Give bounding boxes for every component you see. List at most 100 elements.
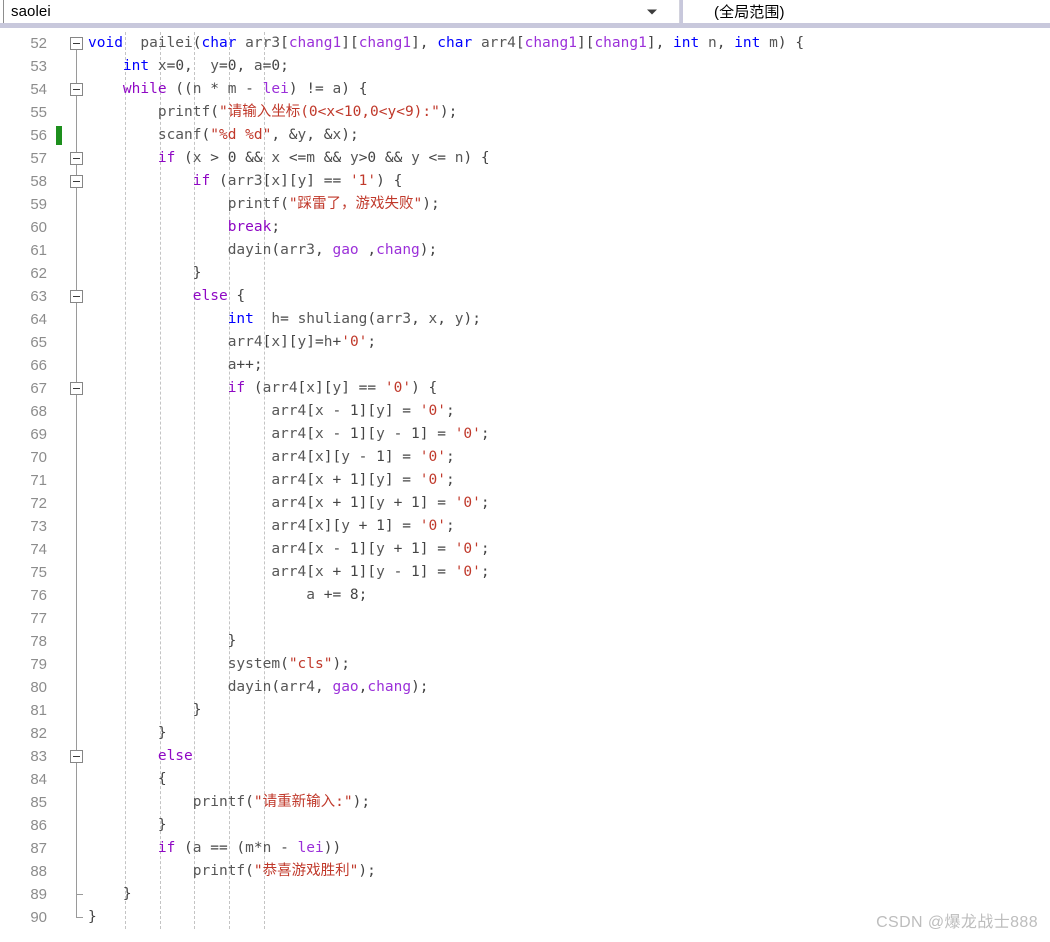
code-line[interactable]: arr4[x + 1][y + 1] = '0'; xyxy=(88,492,1050,515)
code-line[interactable]: a++; xyxy=(88,354,1050,377)
code-line[interactable]: void pailei(char arr3[chang1][chang1], c… xyxy=(88,32,1050,55)
code-line[interactable]: if (a == (m*n - lei)) xyxy=(88,837,1050,860)
fold-guide-line xyxy=(76,89,77,894)
fold-toggle[interactable] xyxy=(70,750,83,763)
line-number: 72 xyxy=(30,495,47,512)
line-number: 63 xyxy=(30,288,47,305)
line-number: 55 xyxy=(30,104,47,121)
fold-toggle[interactable] xyxy=(70,83,83,96)
fold-toggle[interactable] xyxy=(70,152,83,165)
line-number: 79 xyxy=(30,656,47,673)
code-line[interactable]: arr4[x + 1][y - 1] = '0'; xyxy=(88,561,1050,584)
line-number: 88 xyxy=(30,863,47,880)
code-editor[interactable]: 52 53 54 55 56 57 58 59 60 61 62 63 64 65 66 67 68 69 70 71… xyxy=(0,28,1050,942)
line-number: 56 xyxy=(30,127,47,144)
code-line[interactable]: break; xyxy=(88,216,1050,239)
member-combobox-value: (全局范围) xyxy=(714,4,785,21)
watermark: CSDN @爆龙战士888 xyxy=(876,914,1038,931)
code-line[interactable]: if (x > 0 && x <=m && y>0 && y <= n) { xyxy=(88,147,1050,170)
code-line[interactable]: printf("请输入坐标(0<x<10,0<y<9):"); xyxy=(88,101,1050,124)
fold-end-cap xyxy=(76,894,83,895)
code-line[interactable]: dayin(arr3, gao ,chang); xyxy=(88,239,1050,262)
fold-toggle[interactable] xyxy=(70,382,83,395)
code-line[interactable]: a += 8; xyxy=(88,584,1050,607)
code-line[interactable]: } xyxy=(88,699,1050,722)
line-number: 87 xyxy=(30,840,47,857)
line-number: 76 xyxy=(30,587,47,604)
code-line[interactable]: else xyxy=(88,745,1050,768)
code-line[interactable]: int x=0, y=0, a=0; xyxy=(88,55,1050,78)
fold-toggle[interactable] xyxy=(70,37,83,50)
line-number: 81 xyxy=(30,702,47,719)
code-line[interactable]: } xyxy=(88,814,1050,837)
code-line[interactable] xyxy=(88,607,1050,630)
code-line[interactable]: if (arr4[x][y] == '0') { xyxy=(88,377,1050,400)
code-line[interactable]: } xyxy=(88,722,1050,745)
toolbar-divider xyxy=(680,0,683,23)
line-number: 64 xyxy=(30,311,47,328)
fold-toggle[interactable] xyxy=(70,290,83,303)
member-combobox[interactable]: (全局范围) xyxy=(680,0,1050,23)
code-text-area[interactable]: void pailei(char arr3[chang1][chang1], c… xyxy=(88,28,1050,942)
line-number: 83 xyxy=(30,748,47,765)
code-line[interactable]: arr4[x - 1][y + 1] = '0'; xyxy=(88,538,1050,561)
line-number: 89 xyxy=(30,886,47,903)
code-line[interactable]: dayin(arr4, gao,chang); xyxy=(88,676,1050,699)
code-line[interactable]: } xyxy=(88,630,1050,653)
code-line[interactable]: { xyxy=(88,768,1050,791)
line-number: 80 xyxy=(30,679,47,696)
change-marker xyxy=(56,126,62,145)
code-line[interactable]: arr4[x][y + 1] = '0'; xyxy=(88,515,1050,538)
line-number: 57 xyxy=(30,150,47,167)
editor-toolbar: saolei (全局范围) xyxy=(0,0,1050,23)
line-number: 61 xyxy=(30,242,47,259)
code-line[interactable]: arr4[x][y]=h+'0'; xyxy=(88,331,1050,354)
line-number: 78 xyxy=(30,633,47,650)
line-number: 62 xyxy=(30,265,47,282)
code-line[interactable]: while ((n * m - lei) != a) { xyxy=(88,78,1050,101)
code-line[interactable]: printf("踩雷了，游戏失败"); xyxy=(88,193,1050,216)
line-number: 71 xyxy=(30,472,47,489)
line-number: 90 xyxy=(30,909,47,926)
line-number: 52 xyxy=(30,35,47,52)
code-line[interactable]: arr4[x - 1][y - 1] = '0'; xyxy=(88,423,1050,446)
code-line[interactable]: arr4[x + 1][y] = '0'; xyxy=(88,469,1050,492)
line-number: 67 xyxy=(30,380,47,397)
code-line[interactable]: int h= shuliang(arr3, x, y); xyxy=(88,308,1050,331)
code-line[interactable]: scanf("%d %d", &y, &x); xyxy=(88,124,1050,147)
change-marker-gutter xyxy=(52,28,66,942)
line-number: 54 xyxy=(30,81,47,98)
code-line[interactable]: } xyxy=(88,883,1050,906)
code-line[interactable]: printf("恭喜游戏胜利"); xyxy=(88,860,1050,883)
line-number: 82 xyxy=(30,725,47,742)
line-number: 75 xyxy=(30,564,47,581)
line-number: 68 xyxy=(30,403,47,420)
code-line[interactable]: else { xyxy=(88,285,1050,308)
line-number: 53 xyxy=(30,58,47,75)
fold-toggle[interactable] xyxy=(70,175,83,188)
line-number: 74 xyxy=(30,541,47,558)
line-number: 58 xyxy=(30,173,47,190)
scope-combobox-value: saolei xyxy=(11,3,51,20)
line-number: 70 xyxy=(30,449,47,466)
code-line[interactable]: arr4[x - 1][y] = '0'; xyxy=(88,400,1050,423)
code-line[interactable]: arr4[x][y - 1] = '0'; xyxy=(88,446,1050,469)
line-number: 86 xyxy=(30,817,47,834)
code-line[interactable]: if (arr3[x][y] == '1') { xyxy=(88,170,1050,193)
code-folding-gutter[interactable] xyxy=(66,28,88,942)
code-line[interactable]: } xyxy=(88,262,1050,285)
line-number: 85 xyxy=(30,794,47,811)
code-line[interactable]: printf("请重新输入:"); xyxy=(88,791,1050,814)
line-number: 84 xyxy=(30,771,47,788)
line-number: 60 xyxy=(30,219,47,236)
line-number: 65 xyxy=(30,334,47,351)
line-number: 73 xyxy=(30,518,47,535)
line-number: 59 xyxy=(30,196,47,213)
chevron-down-icon[interactable] xyxy=(647,9,657,14)
scope-combobox[interactable]: saolei xyxy=(4,0,680,23)
fold-end-cap xyxy=(76,917,83,918)
code-line[interactable]: system("cls"); xyxy=(88,653,1050,676)
line-number: 69 xyxy=(30,426,47,443)
line-number: 77 xyxy=(30,610,47,627)
line-number: 66 xyxy=(30,357,47,374)
